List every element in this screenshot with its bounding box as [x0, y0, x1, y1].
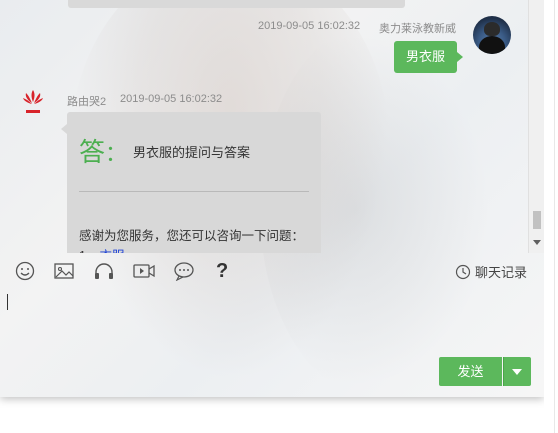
chat-history-link[interactable]: 聊天记录 [455, 262, 527, 281]
answer-char: 答 [79, 138, 106, 168]
image-icon[interactable] [53, 261, 75, 281]
chat-history-label: 聊天记录 [475, 265, 528, 280]
bot-message-sender: 路由哭2 [67, 96, 107, 108]
bot-greeting: 感谢为您服务，您还可以咨询一下问题： [79, 229, 305, 243]
suggested-question: 1.衣服 [79, 245, 124, 253]
chat-scrollbar[interactable] [528, 0, 544, 253]
bot-message-bubble: 答： 男衣服的提问与答案 感谢为您服务，您还可以咨询一下问题： 1.衣服 [61, 112, 321, 253]
clock-icon [455, 264, 471, 280]
previous-message-bubble [68, 0, 405, 8]
send-button[interactable]: 发送 [439, 357, 502, 386]
page-edge-line [554, 0, 555, 433]
user-avatar [473, 16, 511, 54]
bot-message-time: 2019-09-05 16:02:32 [120, 93, 223, 105]
page-margin [544, 0, 558, 433]
chat-window: 2019-09-05 16:02:32 奥力莱泳教新威 男衣服 路由哭2 201… [0, 0, 544, 397]
answer-colon: ： [105, 141, 128, 166]
divider [79, 191, 309, 192]
user-message-sender: 奥力莱泳教新威 [379, 23, 456, 35]
chevron-down-icon [512, 369, 522, 375]
user-message-bubble: 男衣服 [394, 41, 464, 73]
video-icon[interactable] [133, 261, 155, 281]
answer-heading: 答： 男衣服的提问与答案 [79, 132, 250, 169]
user-message-time: 2019-09-05 16:02:32 [258, 20, 361, 32]
scrollbar-thumb[interactable] [533, 211, 541, 229]
message-list[interactable]: 2019-09-05 16:02:32 奥力莱泳教新威 男衣服 路由哭2 201… [0, 0, 528, 253]
emoji-icon[interactable] [14, 261, 36, 281]
answer-title: 男衣服的提问与答案 [133, 145, 251, 160]
chat-bubbles-icon[interactable] [173, 261, 195, 282]
scroll-down-arrow-icon[interactable] [533, 240, 541, 245]
help-icon[interactable]: ? [216, 261, 238, 281]
headset-icon[interactable] [93, 261, 115, 281]
bot-avatar-logo-icon [22, 88, 44, 120]
text-caret [7, 294, 8, 310]
send-options-dropdown[interactable] [503, 357, 531, 386]
message-input[interactable] [0, 289, 544, 349]
